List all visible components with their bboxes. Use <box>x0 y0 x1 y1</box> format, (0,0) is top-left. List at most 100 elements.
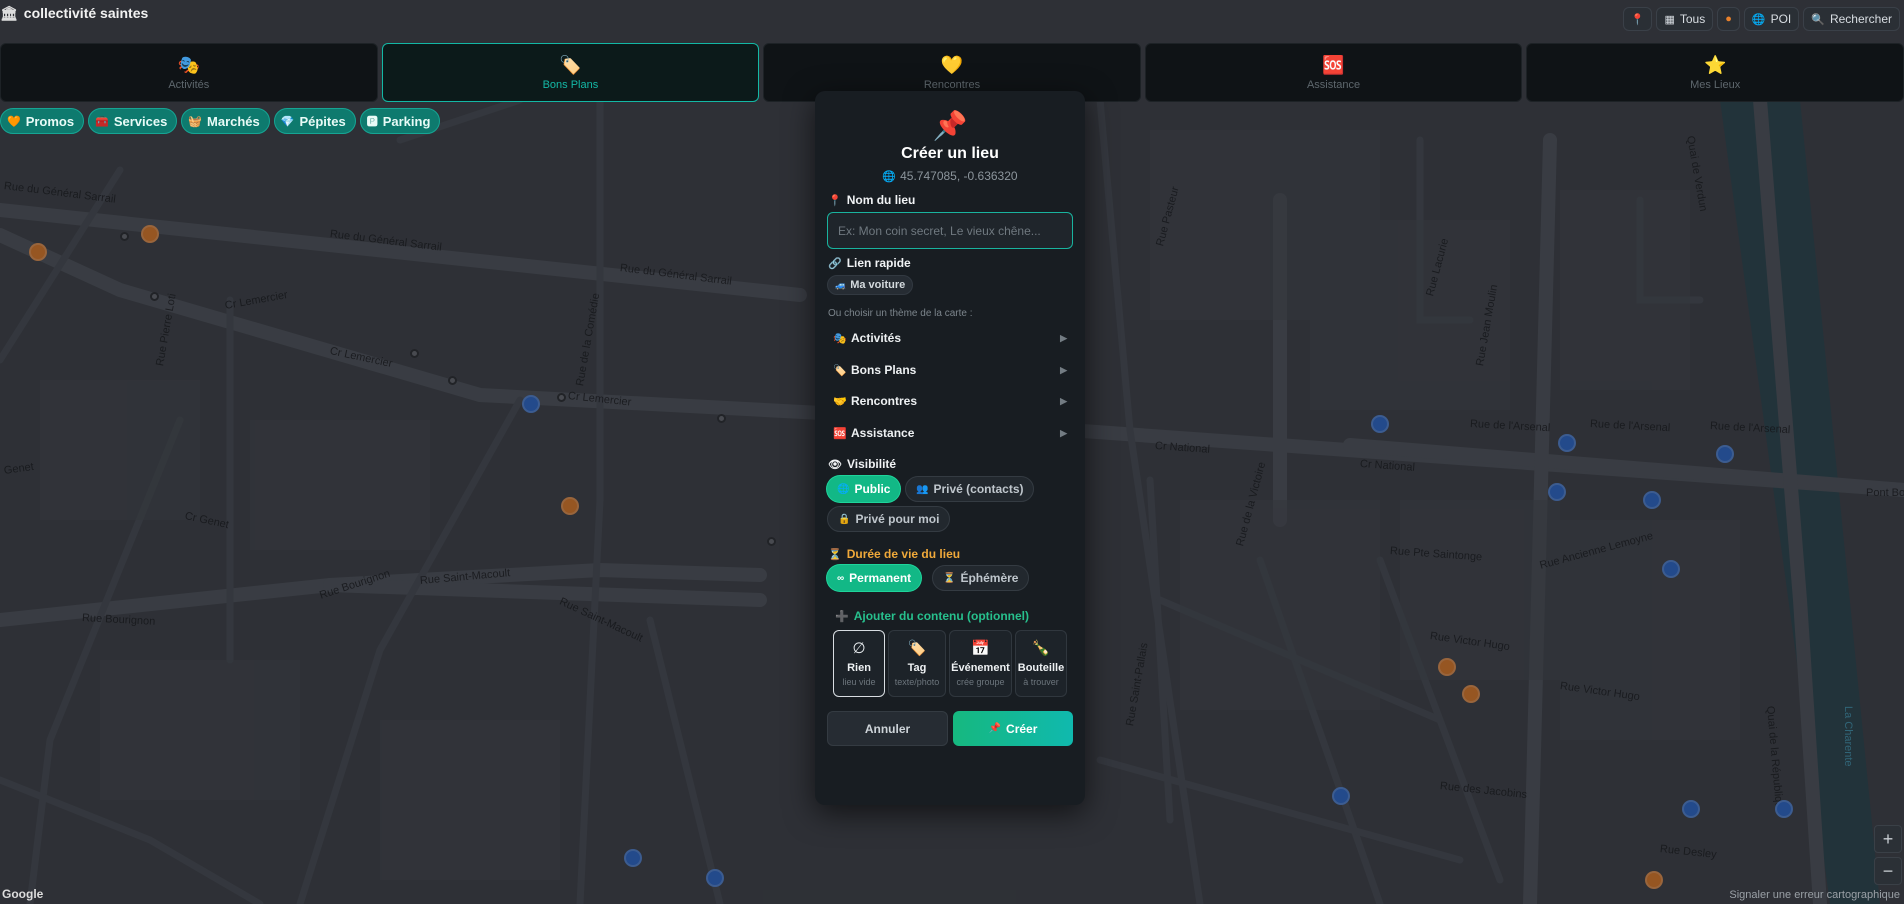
chip-label: Promos <box>25 113 75 129</box>
map-provider-logo: Google <box>2 887 44 901</box>
empty-set-icon: ∅ <box>852 640 866 657</box>
chip-promos[interactable]: 🧡 Promos <box>0 108 85 134</box>
content-option-sub: à trouver <box>1023 677 1059 687</box>
create-button[interactable]: 📌 Créer <box>953 711 1073 746</box>
content-option-bottle[interactable]: 🍾 Bouteille à trouver <box>1015 630 1067 697</box>
top-toolbar: 📍 ▦ Tous ● 🌐 POI 🔍 Rechercher <box>1622 7 1900 31</box>
hourglass-icon: ⏳ <box>943 572 956 584</box>
place-name-input[interactable] <box>827 212 1073 249</box>
theme-assistance[interactable]: 🆘 Assistance ▶ <box>827 419 1073 447</box>
sos-icon: 🆘 <box>833 427 847 440</box>
tab-label: Activités <box>168 78 210 91</box>
tab-assistance[interactable]: 🆘 Assistance <box>1144 43 1523 102</box>
visibility-option-label: Public <box>854 482 891 496</box>
search-icon: 🔍 <box>1811 13 1825 26</box>
chip-label: Pépites <box>299 113 346 129</box>
content-section-label: ➕ Ajouter du contenu (optionnel) <box>835 609 1029 623</box>
my-car-label: Ma voiture <box>850 279 906 291</box>
basket-icon: 🧺 <box>188 115 203 128</box>
chip-label: Parking <box>382 113 431 129</box>
app-title: 🏛 collectivité saintes <box>0 2 148 24</box>
globe-icon: 🌐 <box>882 171 897 183</box>
lifetime-option-label: Éphémère <box>960 571 1019 585</box>
name-label: Nom du lieu <box>846 193 916 207</box>
content-option-tag[interactable]: 🏷️ Tag texte/photo <box>888 630 946 697</box>
poi-toggle-button[interactable]: 🌐 POI <box>1743 7 1800 31</box>
tag-icon: 🏷️ <box>559 54 582 75</box>
tab-mes-lieux[interactable]: ⭐ Mes Lieux <box>1526 43 1904 102</box>
visibility-private-contacts[interactable]: 👥 Privé (contacts) <box>905 476 1035 502</box>
visibility-public[interactable]: 🌐 Public <box>827 476 901 502</box>
tag-icon: 🏷️ <box>833 364 847 377</box>
theater-masks-icon: 🎭 <box>177 54 200 75</box>
visibility-option-label: Privé (contacts) <box>933 482 1024 496</box>
content-option-none[interactable]: ∅ Rien lieu vide <box>833 630 885 697</box>
link-icon: 🔗 <box>828 257 842 270</box>
zoom-in-button[interactable]: + <box>1874 825 1902 853</box>
theme-activites[interactable]: 🎭 Activités ▶ <box>827 324 1073 352</box>
visibility-label: Visibilité <box>846 457 897 471</box>
gem-icon: 💎 <box>280 115 295 128</box>
report-map-error-link[interactable]: Signaler une erreur cartographique <box>1729 889 1900 901</box>
all-filter-button[interactable]: ▦ Tous <box>1656 7 1714 31</box>
pin-icon: 📍 <box>1630 13 1645 26</box>
heart-icon: 💛 <box>940 54 964 75</box>
name-section-label: 📍 Nom du lieu <box>828 193 915 207</box>
lifetime-permanent[interactable]: ∞ Permanent <box>827 565 922 591</box>
people-icon: 👥 <box>916 483 929 495</box>
dot-icon: ● <box>1725 13 1732 25</box>
globe-icon: 🌐 <box>1751 13 1766 26</box>
content-option-title: Tag <box>907 662 927 674</box>
content-option-event[interactable]: 📅 Événement crée groupe <box>949 630 1012 697</box>
quick-link-label: Lien rapide <box>846 256 911 270</box>
globe-icon: 🌐 <box>837 483 850 495</box>
chip-label: Marchés <box>207 113 260 129</box>
tab-activites[interactable]: 🎭 Activités <box>0 43 378 102</box>
bank-icon: 🏛 <box>0 4 18 21</box>
visibility-option-label: Privé pour moi <box>855 512 940 526</box>
visibility-private-me[interactable]: 🔒 Privé pour moi <box>827 506 951 532</box>
theme-hint: Ou choisir un thème de la carte : <box>828 308 973 319</box>
lifetime-ephemeral[interactable]: ⏳ Éphémère <box>932 565 1030 591</box>
plus-icon: ➕ <box>835 610 849 623</box>
cancel-button[interactable]: Annuler <box>827 711 948 746</box>
car-icon: 🚙 <box>835 279 847 290</box>
infinity-icon: ∞ <box>837 572 845 584</box>
zoom-out-button[interactable]: − <box>1874 857 1902 885</box>
promo-icon: 🧡 <box>7 115 21 128</box>
chevron-right-icon: ▶ <box>1060 364 1067 375</box>
chip-services[interactable]: 🧰 Services <box>88 108 178 134</box>
chip-pepites[interactable]: 💎 Pépites <box>273 108 356 134</box>
theme-label: Activités <box>851 331 902 345</box>
grid-icon: ▦ <box>1664 13 1675 26</box>
theater-masks-icon: 🎭 <box>833 332 847 345</box>
chip-parking[interactable]: 🅿 Parking <box>359 108 441 134</box>
dot-filter-button[interactable]: ● <box>1717 7 1740 31</box>
theme-bons-plans[interactable]: 🏷️ Bons Plans ▶ <box>827 356 1073 384</box>
quick-link-section-label: 🔗 Lien rapide <box>828 256 911 270</box>
lifetime-label: Durée de vie du lieu <box>846 547 961 561</box>
my-car-button[interactable]: 🚙 Ma voiture <box>827 275 914 295</box>
content-option-title: Rien <box>847 662 871 674</box>
eye-icon: 👁 <box>828 458 842 471</box>
chevron-right-icon: ▶ <box>1060 395 1067 406</box>
subcategory-chips: 🧡 Promos 🧰 Services 🧺 Marchés 💎 Pépites 🅿 Par… <box>0 108 441 134</box>
pushpin-icon: 📌 <box>988 723 1002 734</box>
content-option-sub: texte/photo <box>894 677 940 687</box>
create-place-dialog: 📌 Créer un lieu 🌐 45.747085, -0.636320 📍 … <box>815 91 1085 805</box>
poi-label: POI <box>1770 12 1792 26</box>
theme-label: Rencontres <box>851 394 918 408</box>
tab-bons-plans[interactable]: 🏷️ Bons Plans <box>381 43 760 102</box>
pin-filter-button[interactable]: 📍 <box>1622 7 1653 31</box>
theme-rencontres[interactable]: 🤝 Rencontres ▶ <box>827 387 1073 415</box>
search-button[interactable]: 🔍 Rechercher <box>1803 7 1900 31</box>
tab-label: Bons Plans <box>542 78 599 91</box>
chip-label: Services <box>113 113 168 129</box>
app-title-text: collectivité saintes <box>23 5 149 21</box>
content-option-title: Bouteille <box>1017 662 1065 674</box>
sos-icon: 🆘 <box>1322 54 1345 75</box>
toolbox-icon: 🧰 <box>95 115 109 128</box>
chip-marches[interactable]: 🧺 Marchés <box>181 108 270 134</box>
content-option-sub: crée groupe <box>956 677 1005 687</box>
search-label: Rechercher <box>1829 12 1892 26</box>
